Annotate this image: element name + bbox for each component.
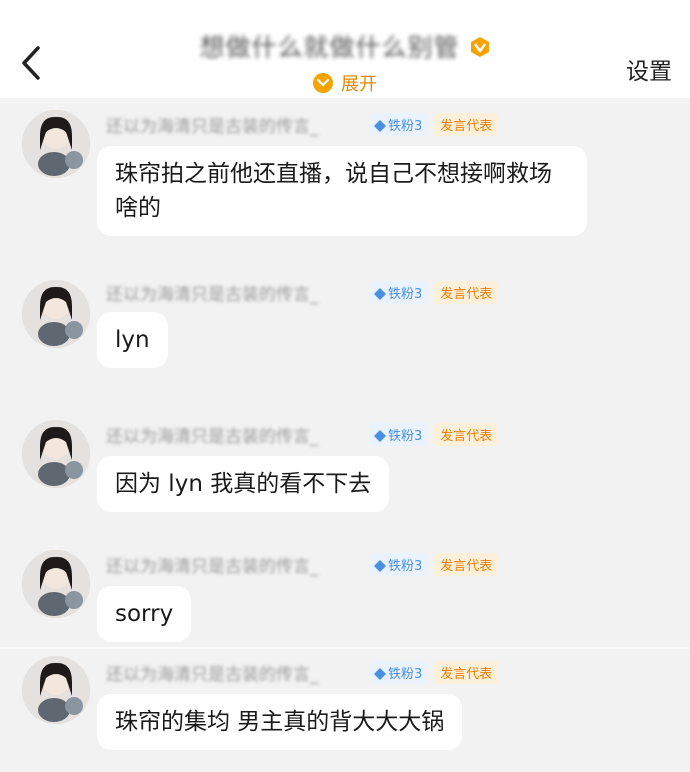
rep-badge: 发言代表 [434, 423, 499, 446]
settings-button[interactable]: 设置 [626, 52, 672, 86]
chat-message: 还以为海清只是古装的传言_ 铁粉3 发言代表 sorry [0, 540, 690, 645]
group-title-text: 想做什么就做什么别管 [199, 33, 460, 62]
expand-button[interactable]: 展开 [0, 70, 690, 96]
username[interactable]: 还以为海清只是古装的传言_ [106, 552, 364, 577]
message-meta: 还以为海清只是古装的传言_ 铁粉3 发言代表 [106, 552, 499, 578]
fan-badge-label: 铁粉3 [388, 559, 423, 574]
message-bubble[interactable]: lyn [97, 312, 168, 368]
rep-badge: 发言代表 [434, 113, 499, 136]
fan-badge-label: 铁粉3 [388, 429, 423, 444]
diamond-icon [374, 120, 386, 132]
top-nav-bar: 想做什么就做什么别管 展开 设置 [0, 0, 690, 98]
rep-badge: 发言代表 [434, 281, 499, 304]
diamond-icon [374, 288, 386, 300]
fan-badge: 铁粉3 [370, 553, 429, 576]
fan-badge: 铁粉3 [370, 661, 429, 684]
fan-badge-label: 铁粉3 [388, 667, 423, 682]
diamond-icon [374, 560, 386, 572]
avatar[interactable] [22, 550, 90, 618]
fan-badge: 铁粉3 [370, 423, 429, 446]
rep-badge: 发言代表 [434, 553, 499, 576]
fan-badge-label: 铁粉3 [388, 119, 423, 134]
username[interactable]: 还以为海清只是古装的传言_ [106, 280, 364, 305]
chat-message: 还以为海清只是古装的传言_ 铁粉3 发言代表 因为 lyn 我真的看不下去 [0, 410, 690, 530]
divider [0, 647, 690, 649]
message-bubble[interactable]: 因为 lyn 我真的看不下去 [97, 456, 390, 512]
verified-v-icon [470, 37, 489, 57]
chevron-down-icon [313, 73, 333, 93]
group-title-wrap: 想做什么就做什么别管 [0, 28, 690, 64]
fan-badge: 铁粉3 [370, 281, 429, 304]
fan-badge: 铁粉3 [370, 113, 429, 136]
fan-badge-label: 铁粉3 [388, 287, 423, 302]
avatar[interactable] [22, 656, 90, 724]
message-meta: 还以为海清只是古装的传言_ 铁粉3 发言代表 [106, 660, 499, 686]
diamond-icon [374, 430, 386, 442]
expand-label: 展开 [341, 74, 377, 95]
message-bubble[interactable]: 珠帘拍之前他还直播，说自己不想接啊救场啥的 [97, 146, 587, 236]
username[interactable]: 还以为海清只是古装的传言_ [106, 422, 364, 447]
diamond-icon [374, 668, 386, 680]
chat-message: 还以为海清只是古装的传言_ 铁粉3 发言代表 lyn [0, 268, 690, 398]
avatar[interactable] [22, 110, 90, 178]
chat-message: 还以为海清只是古装的传言_ 铁粉3 发言代表 珠帘拍之前他还直播，说自己不想接啊救场… [0, 98, 690, 258]
chat-message: 还以为海清只是古装的传言_ 铁粉3 发言代表 珠帘的集均 男主真的背大大大锅 [0, 650, 690, 772]
rep-badge: 发言代表 [434, 661, 499, 684]
message-meta: 还以为海清只是古装的传言_ 铁粉3 发言代表 [106, 112, 499, 138]
username[interactable]: 还以为海清只是古装的传言_ [106, 660, 364, 685]
message-meta: 还以为海清只是古装的传言_ 铁粉3 发言代表 [106, 422, 499, 448]
message-bubble[interactable]: sorry [97, 586, 192, 642]
message-bubble[interactable]: 珠帘的集均 男主真的背大大大锅 [97, 694, 463, 750]
username[interactable]: 还以为海清只是古装的传言_ [106, 112, 364, 137]
avatar[interactable] [22, 420, 90, 488]
avatar[interactable] [22, 280, 90, 348]
message-meta: 还以为海清只是古装的传言_ 铁粉3 发言代表 [106, 280, 499, 306]
group-title[interactable]: 想做什么就做什么别管 [199, 28, 459, 64]
